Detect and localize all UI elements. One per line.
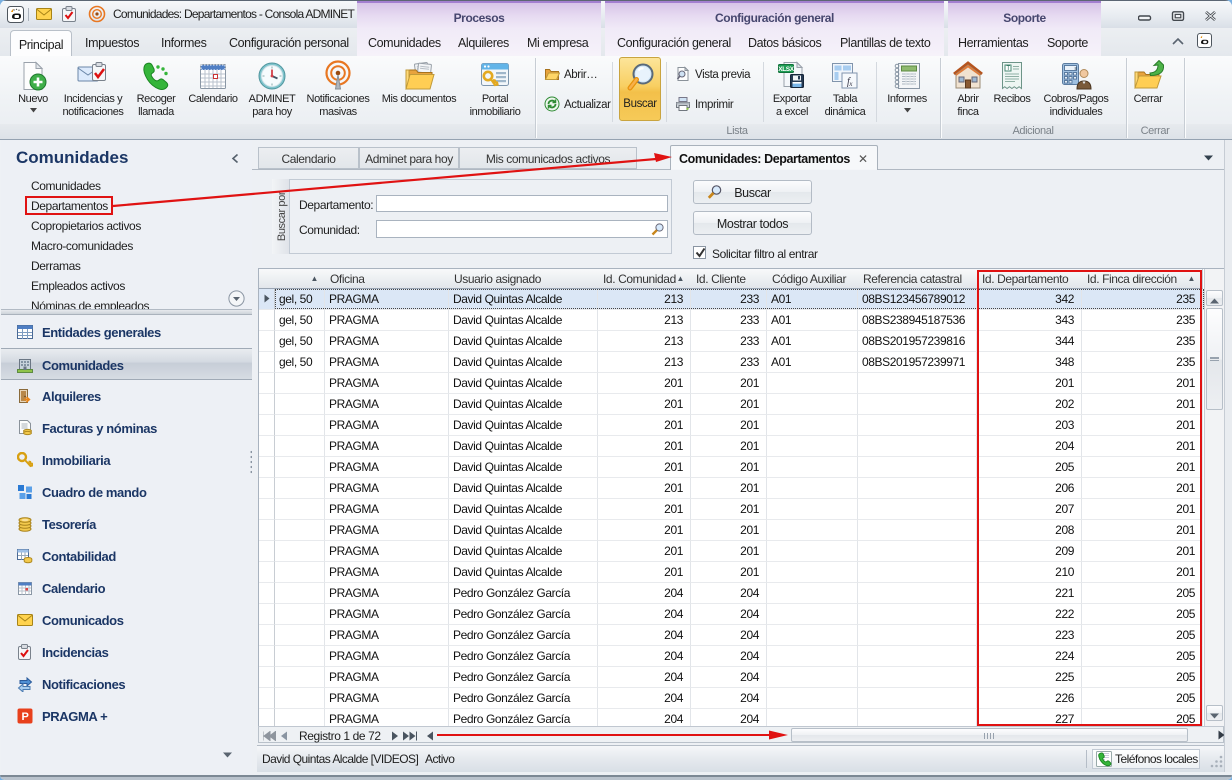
- svg-text:P: P: [22, 711, 29, 723]
- svg-text:XLSX: XLSX: [778, 66, 794, 73]
- svg-text:Buscar por: Buscar por: [276, 191, 288, 241]
